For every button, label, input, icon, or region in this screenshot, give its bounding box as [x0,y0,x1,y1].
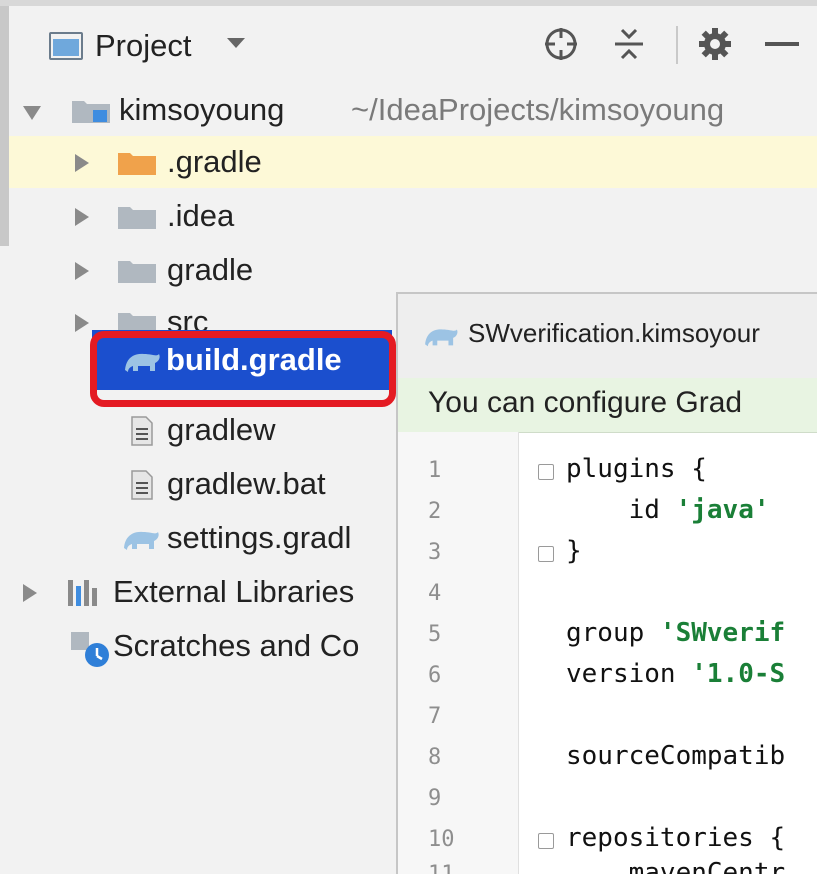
line-number: 6 [428,663,442,688]
code-text: id [566,495,676,525]
libraries-icon [68,580,97,606]
root-name: kimsoyoung [119,92,285,127]
line-number: 2 [428,499,442,524]
line-number: 3 [428,540,442,565]
line-number: 11 [428,862,455,874]
tree-item-dot-idea[interactable]: .idea [9,190,817,242]
line-number: 4 [428,581,442,606]
tree-item-label: settings.gradl [167,520,352,555]
view-selector-label[interactable]: Project [95,28,191,64]
locate-icon[interactable] [541,24,581,64]
tree-item-label: .idea [167,198,235,233]
tree-item-gradle[interactable]: gradle [9,244,817,296]
folder-icon [118,207,156,229]
toolbar-separator [676,26,678,64]
text-file-icon [131,470,153,500]
configure-gradle-banner[interactable]: You can configure Grad [398,378,817,433]
tree-item-label: .gradle [167,144,262,179]
code-string: 'java' [675,495,770,525]
popup-title-bar: SWverification.kimsoyour [398,294,817,378]
code-string: '1.0-S [691,659,786,689]
tree-item-external-libraries[interactable]: External Libraries [9,566,387,618]
tree-item-label: gradlew.bat [167,466,326,501]
line-number: 8 [428,745,442,770]
project-panel: Project kimsoyoung ~/IdeaProjects/kimsoy… [9,6,817,874]
code-text: version [566,659,692,689]
chevron-right-icon[interactable] [75,262,89,280]
collapse-all-icon[interactable] [609,24,649,64]
minimize-icon[interactable] [761,24,801,64]
scrollbar[interactable] [0,6,9,246]
fold-icon[interactable] [538,464,554,480]
code-line: } [566,536,582,566]
chevron-right-icon[interactable] [75,154,89,172]
chevron-down-icon[interactable] [227,38,245,48]
line-number: 7 [428,704,442,729]
scratches-icon [71,632,109,667]
banner-text: You can configure Grad [428,386,743,419]
gear-icon[interactable] [695,24,735,64]
code-text: group [566,618,660,648]
code-line: plugins { [566,454,707,484]
code-line: group 'SWverif [566,618,785,648]
line-number: 9 [428,786,442,811]
popup-title: SWverification.kimsoyour [468,318,760,348]
tree-root-row[interactable]: kimsoyoung ~/IdeaProjects/kimsoyoung [9,84,817,136]
tree-item-scratches[interactable]: Scratches and Co [9,620,387,672]
line-number: 10 [428,827,455,852]
chevron-right-icon[interactable] [23,584,37,602]
chevron-right-icon[interactable] [75,208,89,226]
line-number-gutter [398,432,519,874]
folder-orange-icon [118,153,156,175]
code-line: repositories { [566,823,786,853]
file-preview-popup[interactable]: SWverification.kimsoyour You can configu… [396,292,817,874]
tree-item-gradlew-bat[interactable]: gradlew.bat [9,458,387,510]
text-file-icon [131,416,153,446]
chevron-right-icon[interactable] [75,314,89,332]
module-folder-icon [72,101,110,123]
tree-item-dot-gradle[interactable]: .gradle [9,136,817,188]
tree-item-gradlew[interactable]: gradlew [9,404,387,456]
tree-item-label: External Libraries [113,574,355,609]
code-string: 'SWverif [659,618,786,648]
code-line: id 'java' [566,495,770,525]
root-path: ~/IdeaProjects/kimsoyoung [351,92,725,127]
tree-item-label: Scratches and Co [113,628,360,663]
line-number: 1 [428,458,442,483]
project-panel-header: Project [9,6,817,84]
folder-icon [118,261,156,283]
tree-item-label: gradlew [167,412,276,447]
tree-item-settings-gradle[interactable]: settings.gradl [9,512,387,564]
fold-icon[interactable] [538,833,554,849]
chevron-down-icon[interactable] [23,106,41,120]
line-number: 5 [428,622,442,647]
annotation-highlight-box [90,331,396,407]
code-line: version '1.0-S [566,659,785,689]
gradle-elephant-icon [124,531,159,550]
fold-icon[interactable] [538,546,554,562]
code-line: sourceCompatib [566,741,786,771]
tree-item-label: gradle [167,252,254,287]
project-window-icon [49,32,83,60]
gradle-elephant-icon [425,329,458,347]
